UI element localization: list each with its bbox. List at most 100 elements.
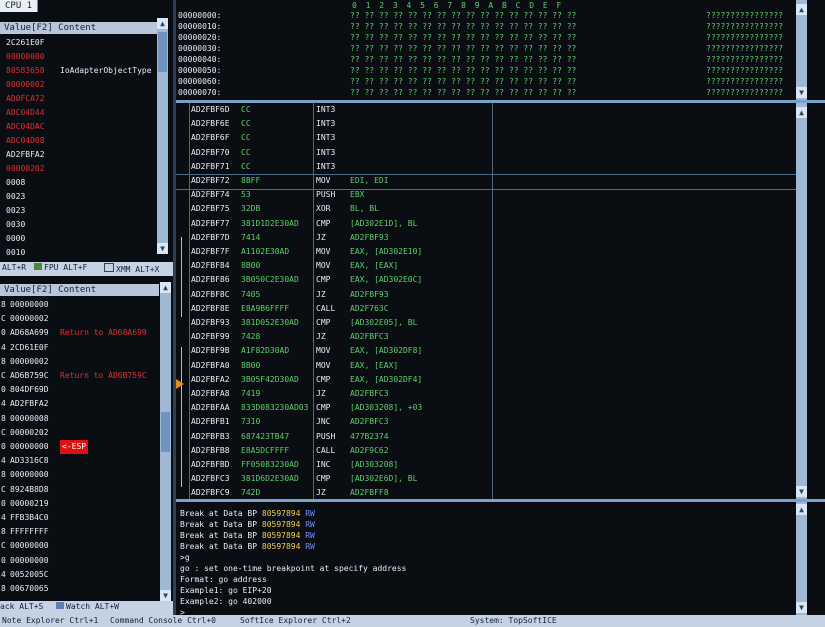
stack-row[interactable]: C 8924B8D8: [0, 483, 155, 497]
tab-xmm[interactable]: XMM ALT+X: [104, 263, 159, 274]
register-row[interactable]: ADC04D44: [0, 106, 155, 120]
hex-row[interactable]: 00000010: ?? ?? ?? ?? ?? ?? ?? ?? ?? ?? ?…: [176, 21, 796, 32]
disasm-row[interactable]: AD2FBFB1 7310 JNC AD2FBFC3: [190, 415, 796, 429]
stack-row[interactable]: 8 FFFFFFFF: [0, 525, 155, 539]
register-row[interactable]: 0010: [0, 246, 155, 260]
disasm-row[interactable]: AD2FBF75 32DB XOR BL, BL: [190, 202, 796, 216]
hex-row[interactable]: 00000050: ?? ?? ?? ?? ?? ?? ?? ?? ?? ?? ?…: [176, 65, 796, 76]
disasm-row[interactable]: AD2FBFC3 381D6D2E30AD CMP [AD302E6D], BL: [190, 472, 796, 486]
register-row[interactable]: AD2FBFA2: [0, 148, 155, 162]
register-row[interactable]: 0030: [0, 218, 155, 232]
stack-row[interactable]: 4 FFB3B4C0: [0, 511, 155, 525]
command-console[interactable]: Break at Data BP 80597894 RW Break at Dat…: [176, 502, 825, 615]
stack-row[interactable]: C 00000002: [0, 312, 155, 326]
disasm-row[interactable]: AD2FBF6E CC INT3: [190, 117, 796, 131]
scroll-down-icon[interactable]: ▼: [796, 602, 807, 613]
status-note-explorer[interactable]: Note Explorer Ctrl+1: [2, 615, 98, 627]
register-row[interactable]: 0023: [0, 190, 155, 204]
hex-row[interactable]: 00000070: ?? ?? ?? ?? ?? ?? ?? ?? ?? ?? ?…: [176, 87, 796, 98]
disasm-row[interactable]: AD2FBF8E E8A9B6FFFF CALL AD2F763C: [190, 302, 796, 316]
stack-row[interactable]: 0 00000000 <-ESP: [0, 440, 155, 454]
disasm-row[interactable]: AD2FBF93 381D052E30AD CMP [AD302E05], BL: [190, 316, 796, 330]
stack-row[interactable]: 8 00000008: [0, 412, 155, 426]
stack-row[interactable]: C AD6B759C Return to AD6B759C: [0, 369, 155, 383]
scroll-up-icon[interactable]: ▲: [796, 504, 807, 515]
tab-stack[interactable]: ack ALT+S: [0, 602, 43, 611]
disasm-row[interactable]: AD2FBFB8 E8A5DCFFFF CALL AD2F9C62: [190, 444, 796, 458]
register-row[interactable]: 0000: [0, 232, 155, 246]
register-row[interactable]: 00000202: [0, 162, 155, 176]
stack-row[interactable]: 4 AD3316C8: [0, 454, 155, 468]
stack-row[interactable]: 4 AD2FBFA2: [0, 397, 155, 411]
stack-row[interactable]: 0 AD68A699 Return to AD68A699: [0, 326, 155, 340]
register-row[interactable]: 0023: [0, 204, 155, 218]
disasm-row[interactable]: AD2FBFA0 8B00 MOV EAX, [EAX]: [190, 359, 796, 373]
status-softice-explorer[interactable]: SoftIce Explorer Ctrl+2: [240, 615, 351, 627]
disasm-row[interactable]: AD2FBF72 8BFF MOV EDI, EDI: [190, 174, 796, 188]
scroll-down-icon[interactable]: ▼: [796, 486, 807, 497]
cpu-tab[interactable]: CPU 1: [0, 0, 39, 12]
disasm-row[interactable]: AD2FBFB3 687423TB47 PUSH 477B2374: [190, 430, 796, 444]
disasm-row[interactable]: AD2FBF7F A1102E30AD MOV EAX, [AD302E10]: [190, 245, 796, 259]
disasm-row[interactable]: AD2FBFA2 3B05F42D30AD CMP EAX, [AD302DF4]: [190, 373, 796, 387]
disasm-row[interactable]: AD2FBFBD FF05083230AD INC [AD303208]: [190, 458, 796, 472]
register-row[interactable]: ADC04D08: [0, 134, 155, 148]
disasm-row[interactable]: AD2FBFC9 742D JZ AD2FBFF8: [190, 486, 796, 499]
hex-row[interactable]: 00000030: ?? ?? ?? ?? ?? ?? ?? ?? ?? ?? ?…: [176, 43, 796, 54]
stack-row[interactable]: C 00000202: [0, 426, 155, 440]
stack-scrollbar[interactable]: ▲ ▼: [160, 282, 171, 601]
stack-row[interactable]: 4 2CD61E0F: [0, 341, 155, 355]
register-row[interactable]: 80583658 IoAdapterObjectType: [0, 64, 155, 78]
disasm-row[interactable]: AD2FBF71 CC INT3: [190, 160, 796, 174]
scroll-up-icon[interactable]: ▲: [796, 4, 807, 15]
register-row[interactable]: 0008: [0, 176, 155, 190]
stack-row[interactable]: 0 00000219: [0, 497, 155, 511]
scroll-up-icon[interactable]: ▲: [160, 282, 171, 293]
disasm-row[interactable]: AD2FBF99 7428 JZ AD2FBFC3: [190, 330, 796, 344]
scroll-up-icon[interactable]: ▲: [796, 107, 807, 118]
disasm-row[interactable]: AD2FBFA8 7419 JZ AD2FBFC3: [190, 387, 796, 401]
disasm-row[interactable]: AD2FBF74 53 PUSH EBX: [190, 188, 796, 202]
stack-row[interactable]: 8 00000000: [0, 298, 155, 312]
hex-row[interactable]: 00000040: ?? ?? ?? ?? ?? ?? ?? ?? ?? ?? ?…: [176, 54, 796, 65]
disasm-row[interactable]: AD2FBF84 8B00 MOV EAX, [EAX]: [190, 259, 796, 273]
scroll-down-icon[interactable]: ▼: [796, 87, 807, 98]
disasm-row[interactable]: AD2FBF8C 7405 JZ AD2FBF93: [190, 288, 796, 302]
registers-scrollbar[interactable]: ▲ ▼: [157, 18, 168, 254]
disasm-row[interactable]: AD2FBF6D CC INT3: [190, 103, 796, 117]
stack-row[interactable]: 8 00670065: [0, 582, 155, 596]
stack-row[interactable]: 0 804DF69D: [0, 383, 155, 397]
disasm-row[interactable]: AD2FBF70 CC INT3: [190, 146, 796, 160]
hex-row[interactable]: 00000060: ?? ?? ?? ?? ?? ?? ?? ?? ?? ?? ?…: [176, 76, 796, 87]
dump-scrollbar[interactable]: ▲ ▼: [796, 0, 807, 100]
stack-row[interactable]: 4 0052005C: [0, 568, 155, 582]
disasm-row[interactable]: AD2FBF77 381D1D2E30AD CMP [AD302E1D], BL: [190, 217, 796, 231]
disasm-row[interactable]: AD2FBF86 3B050C2E30AD CMP EAX, [AD302E0C]: [190, 273, 796, 287]
stack-row[interactable]: C 00000000: [0, 539, 155, 553]
disasm-row[interactable]: AD2FBF7D 7414 JZ AD2FBF93: [190, 231, 796, 245]
register-row[interactable]: 00000002: [0, 78, 155, 92]
disasm-scrollbar[interactable]: ▲ ▼: [796, 103, 807, 499]
register-row[interactable]: 00000000: [0, 50, 155, 64]
hex-row[interactable]: 00000020: ?? ?? ?? ?? ?? ?? ?? ?? ?? ?? ?…: [176, 32, 796, 43]
scroll-thumb[interactable]: [161, 412, 170, 452]
stack-row[interactable]: 0 00000000: [0, 554, 155, 568]
console-scrollbar[interactable]: ▲ ▼: [796, 502, 807, 615]
stack-row[interactable]: 8 00000002: [0, 355, 155, 369]
register-row[interactable]: 2C261E0F: [0, 36, 155, 50]
hex-row[interactable]: 00000000: ?? ?? ?? ?? ?? ?? ?? ?? ?? ?? ?…: [176, 10, 796, 21]
disasm-row[interactable]: AD2FBFAA 833D083230AD03 CMP [AD303208], +03: [190, 401, 796, 415]
disasm-row[interactable]: AD2FBF9B A1F82D30AD MOV EAX, [AD302DF8]: [190, 344, 796, 358]
register-row[interactable]: ADC04DAC: [0, 120, 155, 134]
tab-registers[interactable]: ALT+R: [2, 263, 26, 272]
register-row[interactable]: AD0FCA72: [0, 92, 155, 106]
status-command-console[interactable]: Command Console Ctrl+0: [110, 615, 216, 627]
scroll-up-icon[interactable]: ▲: [157, 18, 168, 29]
disasm-row[interactable]: AD2FBF6F CC INT3: [190, 131, 796, 145]
scroll-thumb[interactable]: [158, 32, 167, 72]
tab-watch[interactable]: Watch ALT+W: [56, 602, 119, 611]
tab-fpu[interactable]: FPU ALT+F: [34, 263, 87, 272]
stack-row[interactable]: 8 00000000: [0, 468, 155, 482]
scroll-down-icon[interactable]: ▼: [160, 590, 171, 601]
scroll-down-icon[interactable]: ▼: [157, 243, 168, 254]
